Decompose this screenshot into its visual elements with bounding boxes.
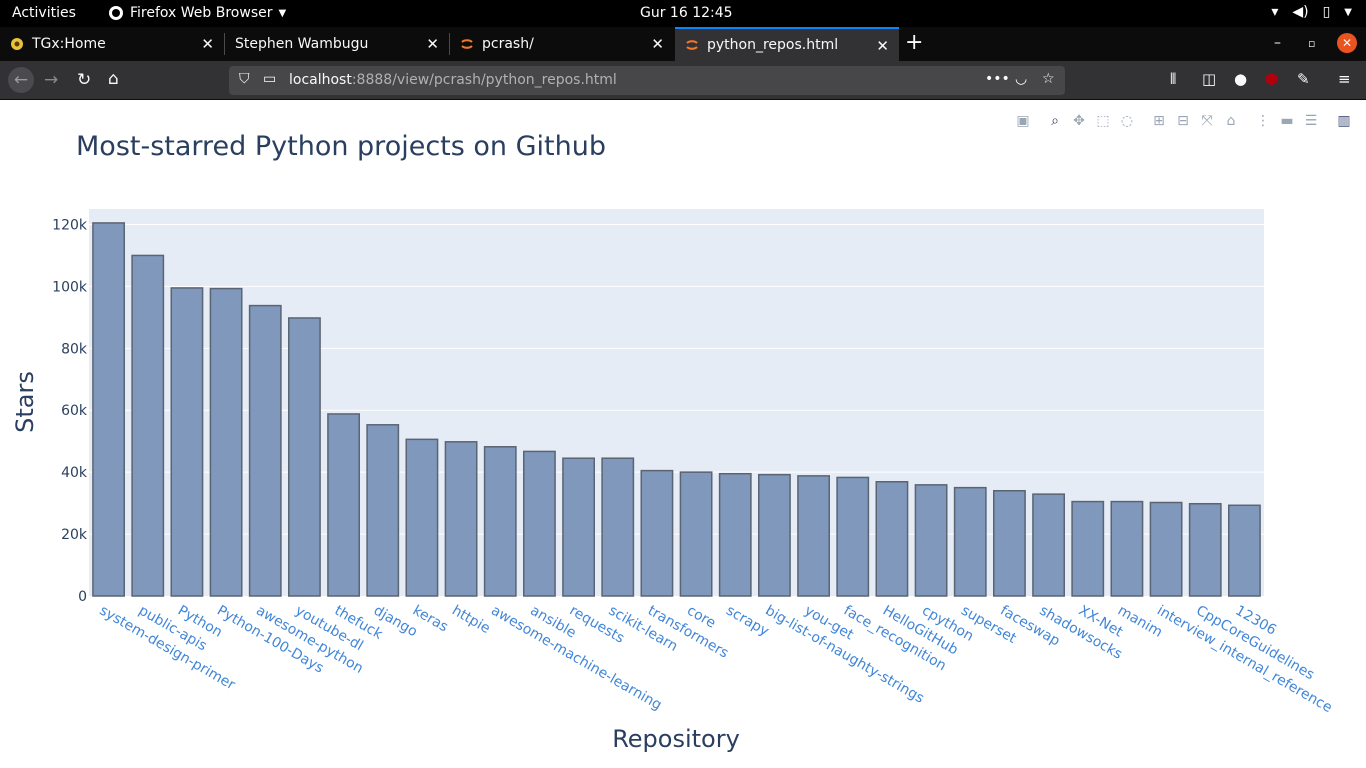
x-tick-label: scrapy: [723, 603, 771, 640]
minimize-button[interactable]: –: [1274, 35, 1281, 51]
bar[interactable]: [993, 489, 1026, 597]
bar[interactable]: [405, 438, 439, 597]
bar[interactable]: [1110, 500, 1144, 597]
bar[interactable]: [1032, 493, 1065, 597]
bar[interactable]: [875, 481, 909, 597]
system-top-bar: Activities Firefox Web Browser ▼ Gur 16 …: [0, 0, 1366, 27]
bar[interactable]: [914, 484, 948, 597]
maximize-button[interactable]: ▫: [1308, 37, 1315, 50]
y-tick-label: 40k: [61, 465, 88, 481]
tab-tgx-home[interactable]: TGx:Home ✕: [0, 27, 224, 61]
bar[interactable]: [953, 486, 987, 597]
bar[interactable]: [288, 317, 321, 597]
x-tick-label: httpie: [449, 603, 493, 637]
y-tick-label: 0: [78, 589, 87, 605]
chevron-down-icon: ▼: [278, 7, 287, 19]
close-icon[interactable]: ✕: [426, 35, 439, 53]
reload-button[interactable]: ↻: [77, 70, 91, 90]
tgx-favicon-icon: [11, 38, 23, 50]
tab-label: TGx:Home: [32, 36, 106, 52]
bar[interactable]: [209, 287, 243, 597]
back-button[interactable]: ←: [8, 67, 34, 93]
shield-icon[interactable]: ⛉: [239, 71, 250, 87]
x-tick-label: manim: [1115, 603, 1165, 641]
tab-label: pcrash/: [482, 36, 534, 52]
y-tick-label: 120k: [52, 217, 88, 233]
window-close-button[interactable]: ✕: [1337, 33, 1357, 53]
y-tick-label: 80k: [61, 341, 88, 357]
bar[interactable]: [523, 450, 556, 597]
bar[interactable]: [562, 457, 596, 597]
activities-button[interactable]: Activities: [12, 5, 76, 21]
extension-icon[interactable]: ✎: [1297, 70, 1310, 88]
tab-python-repos[interactable]: python_repos.html ✕: [675, 27, 899, 61]
bookmark-star-icon[interactable]: ☆: [1042, 71, 1055, 87]
volume-icon: ◀): [1292, 4, 1309, 20]
url-host: localhost: [289, 72, 352, 88]
bar[interactable]: [1149, 501, 1183, 597]
tab-strip: TGx:Home ✕ Stephen Wambugu ✕ pcrash/ ✕ p…: [0, 27, 1366, 61]
bar[interactable]: [444, 441, 478, 597]
bar[interactable]: [797, 475, 831, 597]
bar-chart[interactable]: 020k40k60k80k100k120ksystem-design-prime…: [0, 100, 1366, 720]
bar[interactable]: [836, 476, 870, 597]
page-info-icon[interactable]: ▭: [263, 71, 276, 87]
jupyter-icon: [461, 39, 473, 49]
bar[interactable]: [366, 424, 400, 597]
forward-button[interactable]: →: [44, 70, 58, 90]
sidebar-icon[interactable]: ◫: [1202, 70, 1216, 88]
bar[interactable]: [718, 472, 752, 597]
bar[interactable]: [1071, 500, 1105, 597]
home-button[interactable]: ⌂: [108, 69, 119, 89]
bar[interactable]: [327, 413, 360, 597]
bar[interactable]: [1188, 502, 1222, 597]
battery-icon: ▯: [1322, 4, 1331, 20]
clock[interactable]: Gur 16 12:45: [640, 5, 733, 21]
y-tick-label: 60k: [61, 403, 88, 419]
new-tab-button[interactable]: +: [905, 31, 923, 55]
bar[interactable]: [1228, 504, 1261, 597]
jupyter-icon: [686, 40, 698, 50]
y-tick-label: 20k: [61, 527, 88, 543]
firefox-icon: [109, 6, 123, 20]
pocket-icon[interactable]: ◡: [1015, 71, 1027, 87]
close-icon[interactable]: ✕: [651, 35, 664, 53]
bar[interactable]: [601, 457, 635, 597]
bar[interactable]: [92, 222, 125, 597]
app-name: Firefox Web Browser: [130, 5, 273, 21]
menu-icon[interactable]: ≡: [1338, 70, 1351, 88]
app-menu[interactable]: Firefox Web Browser ▼: [108, 5, 286, 21]
bar[interactable]: [248, 304, 282, 597]
bar[interactable]: [170, 287, 204, 597]
chevron-down-icon: ▼: [1344, 6, 1352, 18]
bar[interactable]: [483, 446, 517, 597]
bar[interactable]: [640, 469, 674, 597]
close-icon[interactable]: ✕: [201, 35, 214, 53]
bar[interactable]: [131, 254, 165, 597]
url-text[interactable]: localhost:8888/view/pcrash/python_repos.…: [289, 72, 617, 88]
tab-pcrash[interactable]: pcrash/ ✕: [450, 27, 674, 61]
bar[interactable]: [758, 473, 791, 597]
ublock-icon[interactable]: ⬢: [1265, 70, 1278, 88]
wifi-icon: ▾: [1271, 4, 1279, 20]
y-tick-label: 100k: [52, 279, 88, 295]
tab-stephen-wambugu[interactable]: Stephen Wambugu ✕: [225, 27, 449, 61]
library-icon[interactable]: ⫴: [1170, 70, 1176, 88]
bar[interactable]: [679, 471, 713, 597]
tab-label: Stephen Wambugu: [235, 36, 369, 52]
x-axis-title: Repository: [612, 725, 740, 753]
more-actions-icon[interactable]: •••: [985, 71, 1010, 87]
account-icon[interactable]: ●: [1234, 70, 1247, 88]
system-tray[interactable]: ▾ ◀) ▯ ▼: [1271, 4, 1352, 20]
url-path: :8888/view/pcrash/python_repos.html: [351, 72, 617, 88]
tab-label: python_repos.html: [707, 37, 839, 53]
url-bar[interactable]: ⛉ ▭ localhost:8888/view/pcrash/python_re…: [229, 66, 1065, 95]
close-icon[interactable]: ✕: [876, 37, 889, 55]
